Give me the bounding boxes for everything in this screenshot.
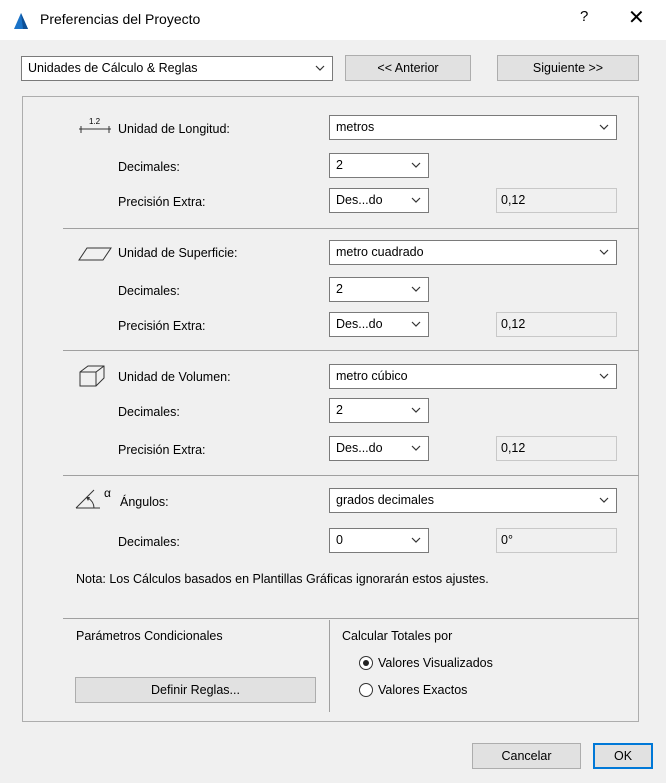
angles-decimals-dropdown[interactable]: 0 <box>329 528 429 553</box>
area-unit-label: Unidad de Superficie: <box>118 246 238 260</box>
area-decimals-dropdown[interactable]: 2 <box>329 277 429 302</box>
volume-icon <box>79 365 105 387</box>
length-icon: 1.2 <box>79 117 111 133</box>
area-unit-dropdown[interactable]: metro cuadrado <box>329 240 617 265</box>
totals-title: Calcular Totales por <box>342 629 453 643</box>
separator <box>63 228 639 229</box>
previous-button[interactable]: << Anterior <box>345 55 471 81</box>
app-icon <box>14 13 28 29</box>
area-sample-value: 0,12 <box>496 312 617 337</box>
window-title: Preferencias del Proyecto <box>40 11 201 27</box>
length-sample-value: 0,12 <box>496 188 617 213</box>
volume-extra-precision-dropdown[interactable]: Des...do <box>329 436 429 461</box>
length-unit-value: metros <box>336 120 375 134</box>
chevron-down-icon <box>411 321 421 327</box>
volume-decimals-label: Decimales: <box>118 405 180 419</box>
radio-exact-values[interactable] <box>359 683 373 697</box>
exact-values-label[interactable]: Valores Exactos <box>378 683 467 697</box>
help-button[interactable]: ? <box>580 8 588 25</box>
chevron-down-icon <box>599 373 609 379</box>
angles-decimals-value: 0 <box>336 533 343 547</box>
separator <box>63 475 639 476</box>
length-decimals-label: Decimales: <box>118 160 180 174</box>
angles-unit-label: Ángulos: <box>120 495 169 509</box>
volume-extra-precision-value: Des...do <box>336 441 383 455</box>
area-extra-precision-value: Des...do <box>336 317 383 331</box>
angles-unit-value: grados decimales <box>336 493 434 507</box>
angles-unit-dropdown[interactable]: grados decimales <box>329 488 617 513</box>
chevron-down-icon <box>599 497 609 503</box>
area-icon <box>78 247 112 261</box>
length-unit-label: Unidad de Longitud: <box>118 122 230 136</box>
separator <box>63 350 639 351</box>
chevron-down-icon <box>411 537 421 543</box>
radio-selected-dot <box>363 660 369 666</box>
chevron-down-icon <box>411 445 421 451</box>
vertical-separator <box>329 620 330 712</box>
angle-icon-label: α <box>104 486 111 500</box>
volume-unit-value: metro cúbico <box>336 369 408 383</box>
ok-button[interactable]: OK <box>593 743 653 769</box>
length-decimals-value: 2 <box>336 158 343 172</box>
length-decimals-dropdown[interactable]: 2 <box>329 153 429 178</box>
chevron-down-icon <box>411 162 421 168</box>
cancel-button[interactable]: Cancelar <box>472 743 581 769</box>
length-icon-label: 1.2 <box>89 117 101 126</box>
length-extra-precision-value: Des...do <box>336 193 383 207</box>
volume-decimals-value: 2 <box>336 403 343 417</box>
chevron-down-icon <box>411 286 421 292</box>
area-decimals-value: 2 <box>336 282 343 296</box>
length-extra-precision-dropdown[interactable]: Des...do <box>329 188 429 213</box>
close-button[interactable]: ✕ <box>628 5 645 30</box>
separator <box>63 618 639 619</box>
chevron-down-icon <box>315 65 325 71</box>
next-button[interactable]: Siguiente >> <box>497 55 639 81</box>
chevron-down-icon <box>411 197 421 203</box>
volume-sample-value: 0,12 <box>496 436 617 461</box>
volume-unit-dropdown[interactable]: metro cúbico <box>329 364 617 389</box>
area-decimals-label: Decimales: <box>118 284 180 298</box>
radio-displayed-values[interactable] <box>359 656 373 670</box>
area-extra-precision-dropdown[interactable]: Des...do <box>329 312 429 337</box>
note-text: Nota: Los Cálculos basados en Plantillas… <box>76 572 489 586</box>
chevron-down-icon <box>599 249 609 255</box>
area-extra-precision-label: Precisión Extra: <box>118 319 206 333</box>
define-rules-button[interactable]: Definir Reglas... <box>75 677 316 703</box>
category-dropdown[interactable]: Unidades de Cálculo & Reglas <box>21 56 333 81</box>
angles-sample-value: 0° <box>496 528 617 553</box>
length-unit-dropdown[interactable]: metros <box>329 115 617 140</box>
length-extra-precision-label: Precisión Extra: <box>118 195 206 209</box>
volume-unit-label: Unidad de Volumen: <box>118 370 231 384</box>
angles-decimals-label: Decimales: <box>118 535 180 549</box>
title-bar: Preferencias del Proyecto ? ✕ <box>0 0 666 40</box>
conditional-params-title: Parámetros Condicionales <box>76 629 223 643</box>
category-dropdown-value: Unidades de Cálculo & Reglas <box>28 61 198 75</box>
angle-icon: α <box>75 486 111 509</box>
displayed-values-label[interactable]: Valores Visualizados <box>378 656 493 670</box>
volume-decimals-dropdown[interactable]: 2 <box>329 398 429 423</box>
area-unit-value: metro cuadrado <box>336 245 424 259</box>
chevron-down-icon <box>599 124 609 130</box>
chevron-down-icon <box>411 407 421 413</box>
volume-extra-precision-label: Precisión Extra: <box>118 443 206 457</box>
